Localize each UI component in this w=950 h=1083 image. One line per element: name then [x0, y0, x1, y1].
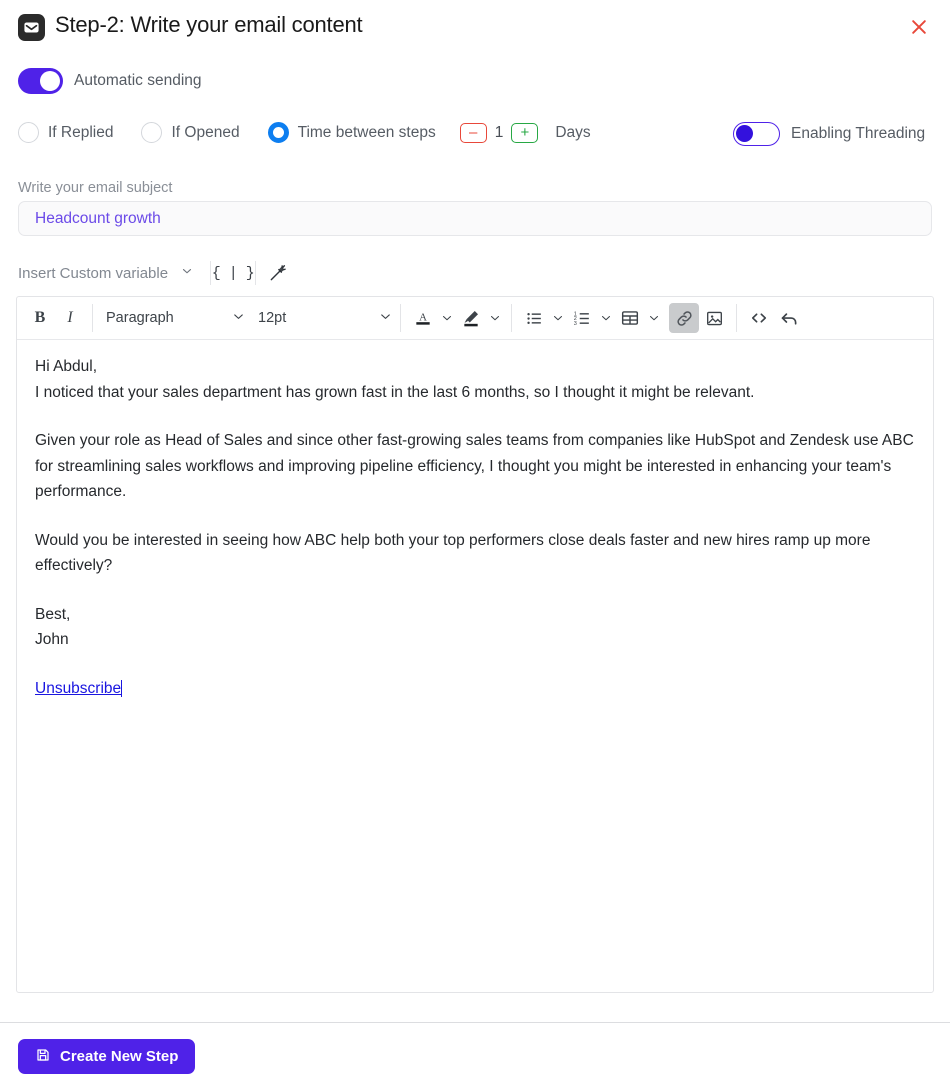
divider	[511, 304, 512, 332]
chevron-down-icon	[180, 264, 194, 282]
radio-indicator	[18, 122, 39, 143]
signoff-line: Best,	[35, 605, 71, 623]
body-paragraph-3: Would you be interested in seeing how AB…	[35, 531, 871, 575]
numbered-list-control[interactable]: 1 2 3	[567, 303, 615, 333]
automatic-sending-toggle[interactable]	[18, 68, 63, 94]
create-new-step-button[interactable]: Create New Step	[18, 1039, 196, 1074]
insert-custom-variable-select[interactable]: Insert Custom variable	[18, 264, 210, 282]
dialog-header: Step-2: Write your email content	[0, 0, 950, 54]
body-paragraph-1: Hi Abdul, I noticed that your sales depa…	[35, 354, 915, 405]
divider	[400, 304, 401, 332]
curly-braces-icon[interactable]: { | }	[211, 257, 255, 289]
divider	[92, 304, 93, 332]
page-title: Step-2: Write your email content	[55, 12, 363, 37]
chevron-down-icon[interactable]	[647, 311, 661, 325]
enabling-threading-label: Enabling Threading	[791, 125, 926, 142]
italic-button[interactable]: I	[55, 303, 85, 333]
automatic-sending-row: Automatic sending	[18, 68, 202, 94]
create-new-step-label: Create New Step	[60, 1048, 179, 1065]
stepper-decrement-button[interactable]: –	[459, 122, 487, 143]
bullet-list-control[interactable]	[519, 303, 567, 333]
text-color-icon[interactable]: A	[408, 303, 438, 333]
chevron-down-icon[interactable]	[599, 311, 613, 325]
chevron-down-icon	[378, 309, 393, 328]
divider	[736, 304, 737, 332]
highlight-color-icon[interactable]	[456, 303, 486, 333]
svg-text:3: 3	[573, 320, 576, 326]
radio-label: If Opened	[171, 123, 240, 141]
radio-indicator	[141, 122, 163, 143]
numbered-list-icon[interactable]: 1 2 3	[567, 303, 597, 333]
enabling-threading-toggle[interactable]	[733, 122, 780, 146]
chevron-down-icon[interactable]	[551, 311, 565, 325]
dialog-footer: Create New Step	[0, 1023, 950, 1083]
sender-name: John	[35, 631, 69, 648]
radio-time-between-steps[interactable]: Time between steps	[267, 122, 436, 143]
font-size-value: 12pt	[258, 310, 287, 326]
editor-toolbar: B I Paragraph 12pt A 1 2 3	[17, 297, 933, 340]
insert-custom-variable-label: Insert Custom variable	[18, 264, 169, 282]
radio-if-replied[interactable]: If Replied	[18, 122, 113, 143]
bold-button[interactable]: B	[25, 303, 55, 333]
text-color-control[interactable]: A	[408, 303, 456, 333]
radio-indicator	[267, 122, 289, 143]
envelope-icon	[18, 14, 45, 41]
automatic-sending-label: Automatic sending	[74, 72, 202, 89]
block-format-value: Paragraph	[106, 310, 174, 326]
sending-condition-row: If Replied If Opened Time between steps …	[18, 122, 591, 143]
chevron-down-icon	[231, 309, 246, 328]
email-step-editor-dialog: Step-2: Write your email content Automat…	[0, 0, 950, 1083]
subject-field-label: Write your email subject	[18, 180, 173, 196]
font-size-select[interactable]: 12pt	[258, 303, 393, 333]
greeting-line: Hi Abdul,	[35, 358, 98, 375]
enabling-threading-row: Enabling Threading	[733, 122, 925, 146]
radio-label: If Replied	[48, 123, 114, 141]
block-format-select[interactable]: Paragraph	[106, 303, 246, 333]
table-control[interactable]	[615, 303, 663, 333]
table-icon[interactable]	[615, 303, 645, 333]
curly-braces-label: { | }	[211, 264, 255, 282]
days-unit-label: Days	[555, 123, 591, 141]
chevron-down-icon[interactable]	[488, 311, 502, 325]
days-stepper: – 1 + Days	[459, 122, 591, 143]
body-unsubscribe-paragraph: Unsubscribe	[35, 676, 915, 702]
stepper-increment-button[interactable]: +	[511, 122, 539, 143]
magic-wand-icon[interactable]	[256, 257, 300, 289]
undo-icon[interactable]	[774, 303, 804, 333]
save-icon	[35, 1047, 51, 1067]
svg-text:A: A	[419, 312, 427, 324]
bullet-list-icon[interactable]	[519, 303, 549, 333]
stepper-value: 1	[494, 123, 504, 141]
image-icon[interactable]	[699, 303, 729, 333]
link-icon[interactable]	[669, 303, 699, 333]
intro-line: I noticed that your sales department has…	[35, 383, 755, 401]
close-icon[interactable]	[906, 14, 932, 40]
source-code-icon[interactable]	[744, 303, 774, 333]
rich-text-editor: B I Paragraph 12pt A 1 2 3 Hi Abdul, I n…	[16, 296, 934, 993]
highlight-color-control[interactable]	[456, 303, 504, 333]
email-body-content[interactable]: Hi Abdul, I noticed that your sales depa…	[17, 340, 933, 715]
unsubscribe-link[interactable]: Unsubscribe	[35, 679, 123, 697]
radio-if-opened[interactable]: If Opened	[141, 122, 240, 143]
body-paragraph-2: Given your role as Head of Sales and sin…	[35, 432, 914, 500]
subject-input[interactable]	[18, 201, 932, 236]
chevron-down-icon[interactable]	[440, 311, 454, 325]
custom-variable-bar: Insert Custom variable { | }	[18, 256, 300, 290]
body-signoff: Best, John	[35, 602, 915, 653]
radio-label: Time between steps	[297, 123, 436, 141]
